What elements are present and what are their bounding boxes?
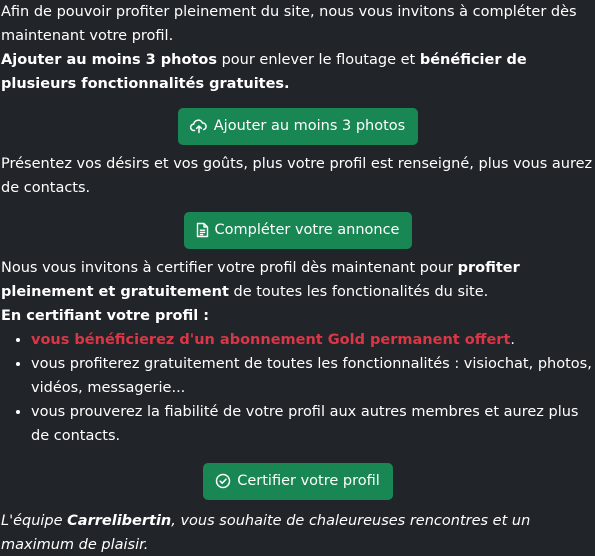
photos-button-row: Ajouter au moins 3 photos <box>1 108 595 145</box>
certify-heading: En certifiant votre profil : <box>1 308 210 324</box>
check-circle-icon <box>215 473 231 489</box>
intro-mid-text: pour enlever le floutage et <box>216 52 420 68</box>
certify-profile-button[interactable]: Certifier votre profil <box>203 463 393 500</box>
list-item: vous profiterez gratuitement de toutes l… <box>31 352 595 400</box>
list-item: vous prouverez la fiabilité de votre pro… <box>31 400 595 448</box>
gold-offer-text: vous bénéficierez d'un abonnement Gold p… <box>31 332 511 348</box>
certify-pre-text: Nous vous invitons à certifier votre pro… <box>1 260 458 276</box>
certify-benefits-list: vous bénéficierez d'un abonnement Gold p… <box>1 328 595 448</box>
certify-button-row: Certifier votre profil <box>1 463 595 500</box>
certify-paragraph: Nous vous invitons à certifier votre pro… <box>1 256 595 328</box>
desires-paragraph: Présentez vos désirs et vos goûts, plus … <box>1 156 593 196</box>
profile-completion-panel: Afin de pouvoir profiter pleinement du s… <box>0 0 595 556</box>
signature-brand: Carrelibertin <box>67 513 172 529</box>
document-icon <box>196 222 209 238</box>
annonce-button-row: Compléter votre annonce <box>1 212 595 249</box>
signature-pre-text: L'équipe <box>1 513 68 529</box>
signature-paragraph: L'équipe Carrelibertin, vous souhaite de… <box>1 509 595 556</box>
gold-offer-suffix: . <box>510 332 515 348</box>
features-benefit-text: vous profiterez gratuitement de toutes l… <box>31 356 592 396</box>
add-photos-button[interactable]: Ajouter au moins 3 photos <box>177 108 419 145</box>
cloud-upload-icon <box>189 118 208 134</box>
complete-annonce-button-label: Compléter votre annonce <box>214 222 400 238</box>
intro-paragraph: Afin de pouvoir profiter pleinement du s… <box>1 0 595 96</box>
certify-profile-button-label: Certifier votre profil <box>237 473 380 489</box>
certify-post-text: de toutes les fonctionalités du site. <box>228 284 489 300</box>
intro-bold-photos: Ajouter au moins 3 photos <box>1 52 217 68</box>
list-item: vous bénéficierez d'un abonnement Gold p… <box>31 328 595 352</box>
intro-text: Afin de pouvoir profiter pleinement du s… <box>1 4 577 44</box>
reliability-benefit-text: vous prouverez la fiabilité de votre pro… <box>31 404 579 444</box>
add-photos-button-label: Ajouter au moins 3 photos <box>213 118 406 134</box>
complete-annonce-button[interactable]: Compléter votre annonce <box>183 212 413 249</box>
